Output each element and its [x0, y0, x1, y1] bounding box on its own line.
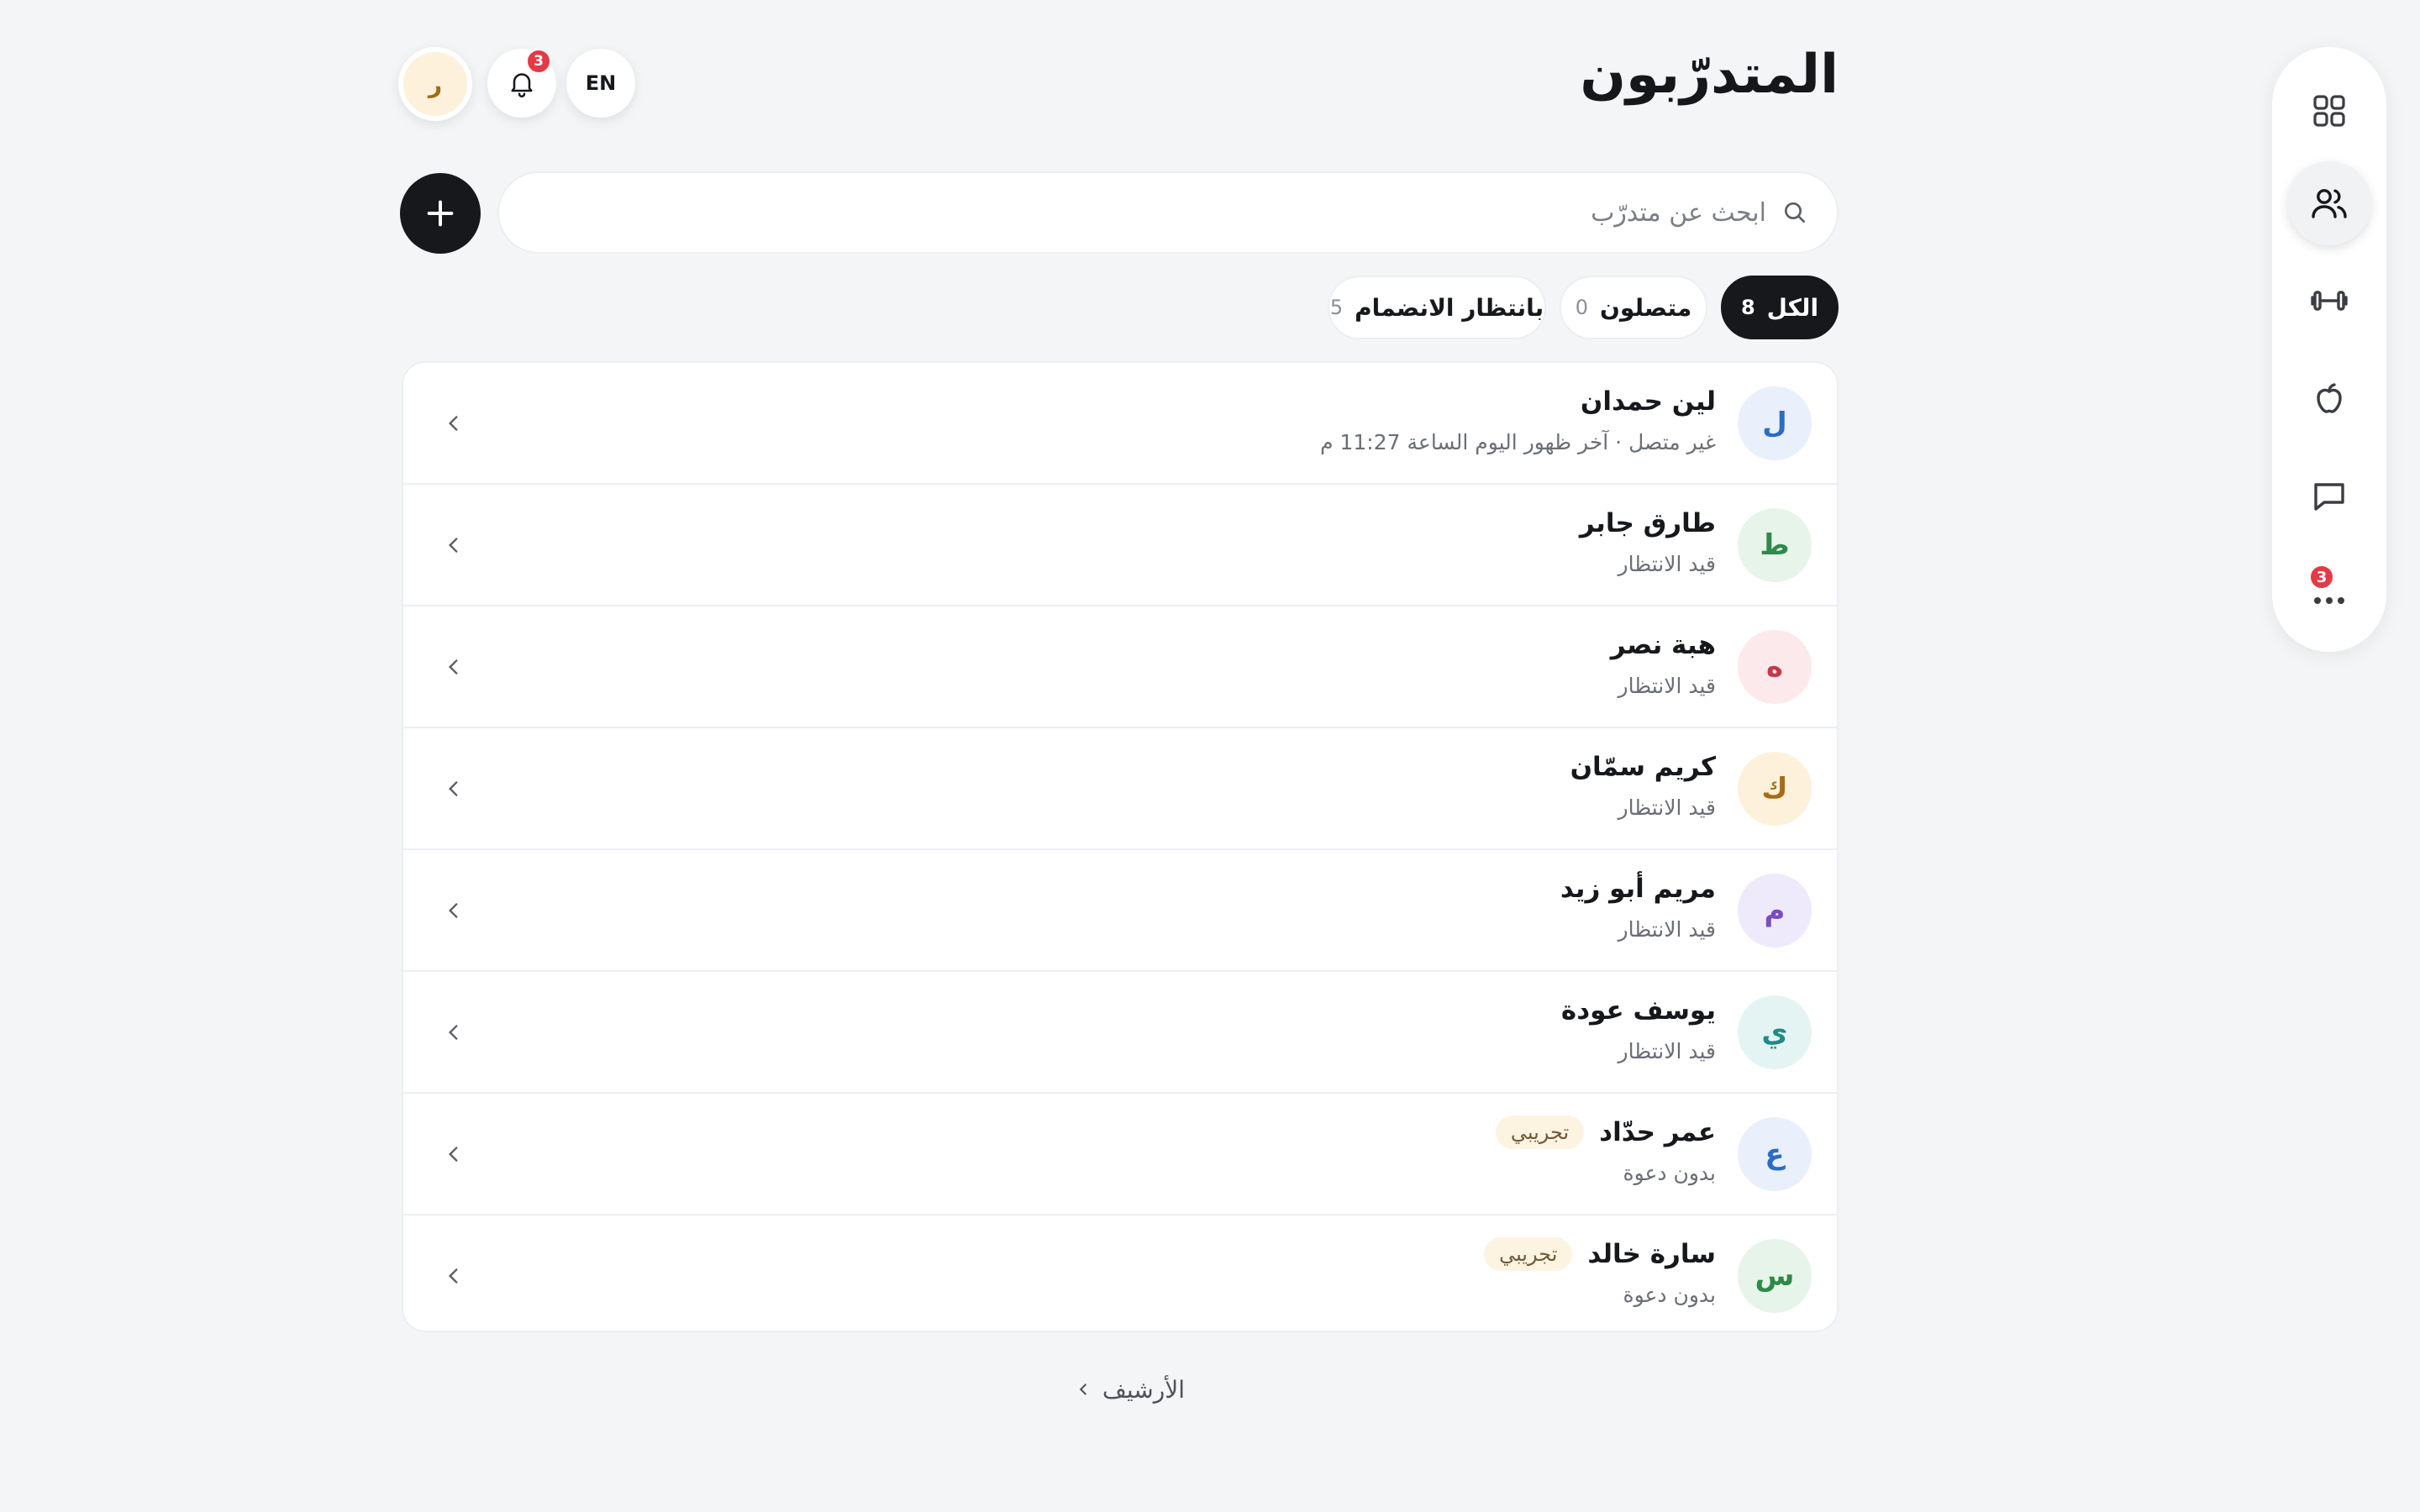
- user-avatar[interactable]: ر: [398, 47, 472, 121]
- rail-item-more[interactable]: 3: [2287, 551, 2371, 635]
- trainee-avatar: ك: [1738, 752, 1812, 826]
- trainee-row[interactable]: ك كريم سمّان قيد الانتظار: [403, 728, 1837, 850]
- trainee-name: لين حمدان: [1580, 386, 1716, 417]
- dashboard-grid-icon: [2313, 95, 2345, 127]
- trainee-name: هبة نصر: [1610, 630, 1716, 660]
- search-icon: [1785, 202, 1805, 223]
- chevron-left-icon: [437, 650, 471, 684]
- trainee-row[interactable]: س سارة خالد تجريبي بدون دعوة: [403, 1215, 1837, 1331]
- rail-item-messages[interactable]: [2287, 454, 2371, 538]
- trial-tag: تجريبي: [1484, 1237, 1573, 1271]
- trainee-status: بدون دعوة: [1623, 1161, 1716, 1185]
- add-trainee-button[interactable]: [400, 173, 481, 254]
- trainee-row[interactable]: ي يوسف عودة قيد الانتظار: [403, 972, 1837, 1094]
- trainee-row[interactable]: ل لين حمدان غير متصل · آخر ظهور اليوم ال…: [403, 363, 1837, 485]
- notifications-badge: 3: [526, 49, 551, 74]
- more-badge: 3: [2309, 564, 2334, 590]
- filter-online-chip[interactable]: متصلون 0: [1560, 276, 1707, 339]
- trainee-status: قيد الانتظار: [1618, 917, 1716, 942]
- trainee-name: عمر حدّاد: [1599, 1117, 1716, 1147]
- filter-label: الكل: [1766, 293, 1819, 322]
- search-input[interactable]: [590, 197, 1766, 228]
- search-bar: [497, 171, 1839, 254]
- trainee-list: ل لين حمدان غير متصل · آخر ظهور اليوم ال…: [402, 361, 1839, 1332]
- chevron-left-icon: [437, 894, 471, 927]
- trainee-status: بدون دعوة: [1623, 1283, 1716, 1307]
- trainee-name: كريم سمّان: [1570, 752, 1716, 782]
- chevron-left-icon: [437, 407, 471, 440]
- rail-item-trainees[interactable]: [2287, 161, 2371, 245]
- rail-item-dashboard[interactable]: [2287, 69, 2371, 153]
- trainee-status: قيد الانتظار: [1618, 1039, 1716, 1063]
- trainee-status: قيد الانتظار: [1618, 795, 1716, 820]
- trainee-avatar: ل: [1738, 386, 1812, 460]
- trainee-row[interactable]: ه هبة نصر قيد الانتظار: [403, 606, 1837, 728]
- trainee-name: يوسف عودة: [1560, 995, 1716, 1026]
- trainee-avatar: م: [1738, 874, 1812, 948]
- archive-label: الأرشيف: [1102, 1375, 1185, 1404]
- trainee-avatar: ي: [1738, 995, 1812, 1069]
- trainee-row[interactable]: م مريم أبو زيد قيد الانتظار: [403, 850, 1837, 972]
- filter-label: متصلون: [1600, 293, 1692, 322]
- trainee-avatar: ط: [1738, 508, 1812, 582]
- chevron-left-icon: [437, 1016, 471, 1049]
- filter-all-chip[interactable]: الكل 8: [1721, 276, 1839, 339]
- page-title: المتدرّبون: [1580, 44, 1839, 106]
- dumbbell-icon: [2311, 291, 2348, 311]
- language-toggle-button[interactable]: EN: [566, 49, 635, 118]
- filter-count: 0: [1575, 296, 1589, 319]
- trainee-row[interactable]: ط طارق جابر قيد الانتظار: [403, 485, 1837, 606]
- rail-item-nutrition[interactable]: [2287, 356, 2371, 440]
- trainee-name: سارة خالد: [1587, 1239, 1716, 1269]
- trainee-status: قيد الانتظار: [1618, 674, 1716, 698]
- plus-icon: [427, 200, 454, 227]
- side-rail: 3: [2272, 47, 2386, 652]
- trainee-name: مريم أبو زيد: [1560, 874, 1716, 904]
- archive-link[interactable]: الأرشيف: [1067, 1371, 1185, 1408]
- rail-item-workouts[interactable]: [2287, 259, 2371, 343]
- apple-icon: [2317, 383, 2342, 413]
- chat-bubble-icon: [2314, 483, 2344, 511]
- trainee-avatar: ع: [1738, 1117, 1812, 1191]
- chevron-left-icon: [437, 1259, 471, 1293]
- filter-count: 8: [1740, 296, 1755, 319]
- trainee-avatar: س: [1738, 1239, 1812, 1313]
- trial-tag: تجريبي: [1495, 1116, 1585, 1149]
- chevron-left-icon: [1079, 1383, 1086, 1395]
- filter-pending-chip[interactable]: بانتظار الانضمام 5: [1328, 276, 1546, 339]
- filter-label: بانتظار الانضمام: [1355, 293, 1544, 322]
- trainee-row[interactable]: ع عمر حدّاد تجريبي بدون دعوة: [403, 1094, 1837, 1215]
- notifications-button[interactable]: 3: [487, 49, 556, 118]
- trainee-name: طارق جابر: [1579, 508, 1716, 538]
- users-icon: [2312, 189, 2347, 218]
- trainee-status: قيد الانتظار: [1618, 552, 1716, 576]
- trainee-status: غير متصل · آخر ظهور اليوم الساعة 11:27 م: [1320, 430, 1716, 454]
- chevron-left-icon: [437, 1137, 471, 1171]
- chevron-left-icon: [437, 772, 471, 806]
- chevron-left-icon: [437, 528, 471, 562]
- trainee-avatar: ه: [1738, 630, 1812, 704]
- filter-count: 5: [1329, 296, 1344, 319]
